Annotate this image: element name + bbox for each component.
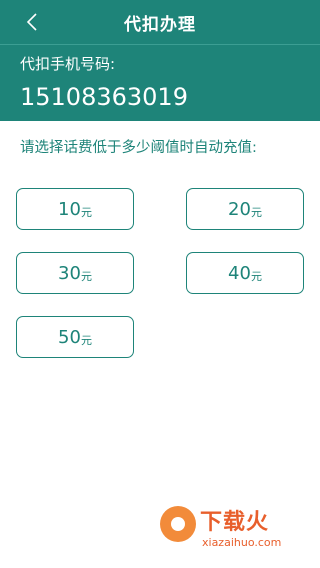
option-unit: 元 (80, 269, 92, 283)
option-value: 30 (58, 262, 81, 284)
option-value: 10 (58, 198, 81, 220)
option-10-button[interactable]: 10 元 (16, 188, 134, 230)
top-bar: 代扣办理 (0, 0, 320, 44)
option-unit: 元 (250, 269, 262, 283)
option-20-button[interactable]: 20 元 (186, 188, 304, 230)
phone-number: 15108363019 (20, 83, 188, 111)
option-unit: 元 (80, 333, 92, 347)
option-value: 20 (228, 198, 251, 220)
back-button[interactable] (22, 10, 42, 34)
watermark-url: xiazaihuo.com (202, 536, 282, 549)
phone-panel: 代扣手机号码: 15108363019 (0, 44, 320, 121)
threshold-prompt: 请选择话费低于多少阈值时自动充值: (20, 140, 257, 156)
option-unit: 元 (80, 205, 92, 219)
flame-logo-icon (160, 506, 196, 542)
option-unit: 元 (250, 205, 262, 219)
chevron-left-icon (26, 13, 37, 31)
watermark: 下载火 xiazaihuo.com (160, 502, 310, 562)
option-30-button[interactable]: 30 元 (16, 252, 134, 294)
watermark-brand: 下载火 (200, 510, 270, 535)
option-value: 50 (58, 326, 81, 348)
option-50-button[interactable]: 50 元 (16, 316, 134, 358)
page-title: 代扣办理 (124, 14, 196, 35)
option-40-button[interactable]: 40 元 (186, 252, 304, 294)
phone-label: 代扣手机号码: (20, 55, 116, 73)
option-value: 40 (228, 262, 251, 284)
